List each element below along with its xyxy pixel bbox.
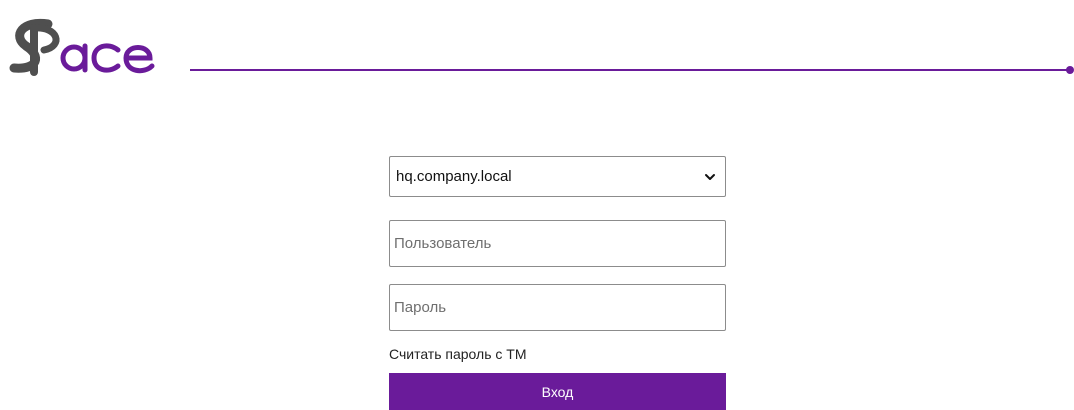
username-field[interactable] xyxy=(389,220,726,267)
header-divider-line xyxy=(190,69,1068,71)
read-password-from-tm-link[interactable]: Считать пароль с ТМ xyxy=(389,345,726,363)
password-field[interactable] xyxy=(389,284,726,331)
chevron-down-icon xyxy=(705,174,715,180)
space-logo xyxy=(9,18,155,76)
login-form: hq.company.local Считать пароль с ТМ Вхо… xyxy=(389,156,726,410)
login-button[interactable]: Вход xyxy=(389,373,726,410)
header-divider xyxy=(190,66,1074,74)
domain-select-value: hq.company.local xyxy=(396,168,512,185)
header-divider-dot xyxy=(1066,66,1074,74)
domain-select[interactable]: hq.company.local xyxy=(389,156,726,197)
header xyxy=(0,0,1074,100)
